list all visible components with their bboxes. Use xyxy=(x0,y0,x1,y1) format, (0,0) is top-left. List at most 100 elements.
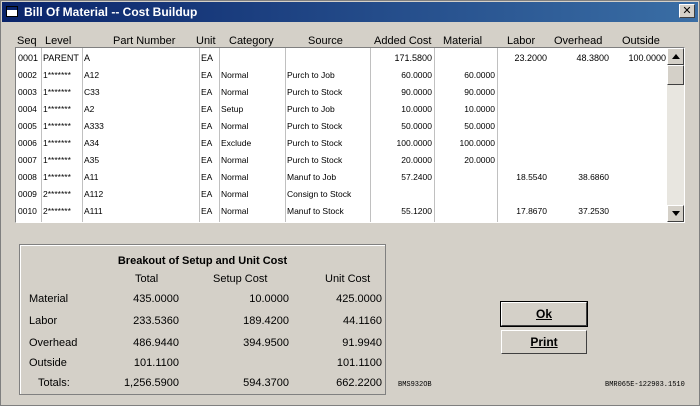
breakout-row-label: Labor xyxy=(29,315,58,327)
scroll-up-button[interactable] xyxy=(667,48,684,65)
cell-unit: EA xyxy=(201,121,213,131)
cell-material: 20.0000 xyxy=(464,155,495,165)
cell-category: Exclude xyxy=(221,138,252,148)
cell-source: Purch to Stock xyxy=(287,138,343,148)
cell-unit: EA xyxy=(201,172,213,182)
col-header-overhead: Overhead xyxy=(554,35,603,47)
cell-category: Normal xyxy=(221,121,249,131)
cell-level: 1******* xyxy=(43,70,71,80)
cell-source: Manuf to Stock xyxy=(287,206,344,216)
cell-labor: 18.5540 xyxy=(516,172,547,182)
cell-part: A111 xyxy=(84,206,103,216)
cell-added-cost: 50.0000 xyxy=(401,121,432,131)
program-code-left: BMS932OB xyxy=(398,381,432,389)
cell-unit: EA xyxy=(201,189,213,199)
cell-level: PARENT xyxy=(43,53,79,63)
cost-buildup-window: Bill Of Material -- Cost Buildup ✕ Seq L… xyxy=(0,0,700,406)
cell-labor: 23.2000 xyxy=(514,53,547,63)
cell-part: A34 xyxy=(84,138,100,148)
cell-seq: 0009 xyxy=(18,189,37,199)
breakout-row-label: Outside xyxy=(29,357,67,369)
cell-source: Purch to Stock xyxy=(287,87,343,97)
cell-source: Purch to Stock xyxy=(287,121,343,131)
table-row[interactable]: 0008 1******* A11 EA Normal Manuf to Job 57.24… xyxy=(16,168,668,185)
scroll-down-button[interactable] xyxy=(667,205,684,222)
cell-source: Manuf to Job xyxy=(287,172,337,182)
cell-part: C33 xyxy=(84,87,100,97)
cell-seq: 0004 xyxy=(18,104,37,114)
bom-grid[interactable]: 0001 PARENT A EA 171.5800 23.2000 48.3800 100.0… xyxy=(15,47,685,223)
cell-outside: 100.0000 xyxy=(628,53,666,63)
cell-unit: EA xyxy=(201,138,213,148)
cell-part: A12 xyxy=(84,70,100,80)
col-header-material: Material xyxy=(443,35,483,47)
cell-seq: 0002 xyxy=(18,70,37,80)
cell-unit: EA xyxy=(201,206,213,216)
cell-seq: 0007 xyxy=(18,155,37,165)
cell-unit: EA xyxy=(201,87,213,97)
print-button[interactable]: Print xyxy=(501,330,587,354)
table-row[interactable]: 0004 1******* A2 EA Setup Purch to Job 10.0000… xyxy=(16,100,668,117)
table-row[interactable]: 0002 1******* A12 EA Normal Purch to Job 60.00… xyxy=(16,66,668,83)
cell-overhead: 37.2530 xyxy=(578,206,609,216)
breakout-header-setup: Setup Cost xyxy=(213,273,268,285)
breakout-title: Breakout of Setup and Unit Cost xyxy=(117,255,288,267)
breakout-row-label: Material xyxy=(29,293,69,305)
cell-overhead: 38.6860 xyxy=(578,172,609,182)
table-row[interactable]: 0003 1******* C33 EA Normal Purch to Stock 90.… xyxy=(16,83,668,100)
grid-vertical-scrollbar[interactable] xyxy=(667,48,684,222)
cell-material: 90.0000 xyxy=(464,87,495,97)
breakout-total-value: 1,256.5900 xyxy=(123,377,179,389)
breakout-total-value: 101.1100 xyxy=(133,357,179,369)
cell-material: 100.0000 xyxy=(459,138,495,148)
col-header-seq: Seq xyxy=(17,35,37,47)
cell-level: 1******* xyxy=(43,155,71,165)
breakout-row-label: Overhead xyxy=(29,337,78,349)
cell-source: Purch to Job xyxy=(287,104,335,114)
cell-level: 1******* xyxy=(43,121,71,131)
breakout-setup-value: 189.4200 xyxy=(243,315,289,327)
cell-level: 1******* xyxy=(43,138,71,148)
cell-material: 10.0000 xyxy=(464,104,495,114)
cell-part: A11 xyxy=(84,172,99,182)
cell-category: Normal xyxy=(221,172,249,182)
title-bar[interactable]: Bill Of Material -- Cost Buildup ✕ xyxy=(2,2,698,22)
breakout-row-label: Totals: xyxy=(38,377,70,389)
breakout-unit-value: 91.9940 xyxy=(342,337,382,349)
col-header-source: Source xyxy=(308,35,343,47)
cell-seq: 0006 xyxy=(18,138,37,148)
cell-unit: EA xyxy=(201,53,214,63)
cell-added-cost: 171.5800 xyxy=(394,53,432,63)
cell-unit: EA xyxy=(201,155,213,165)
table-row[interactable]: 0006 1******* A34 EA Exclude Purch to Stock 10… xyxy=(16,134,668,151)
window-title: Bill Of Material -- Cost Buildup xyxy=(24,5,198,19)
col-header-part-number: Part Number xyxy=(113,35,176,47)
cell-added-cost: 10.0000 xyxy=(401,104,432,114)
table-row[interactable]: 0005 1******* A333 EA Normal Purch to Stock 50… xyxy=(16,117,668,134)
col-header-category: Category xyxy=(229,35,274,47)
breakout-unit-value: 101.1100 xyxy=(336,357,382,369)
cell-unit: EA xyxy=(201,104,213,114)
cell-category: Normal xyxy=(221,87,249,97)
cell-category: Normal xyxy=(221,189,249,199)
cell-seq: 0008 xyxy=(18,172,37,182)
cell-part: A333 xyxy=(84,121,104,131)
breakout-setup-value: 10.0000 xyxy=(249,293,289,305)
table-row[interactable]: 0010 2******* A111 EA Normal Manuf to Stock 55… xyxy=(16,202,668,219)
breakout-header-unit: Unit Cost xyxy=(325,273,371,285)
cell-level: 2******* xyxy=(43,206,71,216)
ok-button[interactable]: Ok xyxy=(500,301,588,327)
scroll-thumb[interactable] xyxy=(667,65,684,85)
breakout-panel: Breakout of Setup and Unit Cost Total Se… xyxy=(19,244,386,395)
table-row[interactable]: 0007 1******* A35 EA Normal Purch to Stock 20.… xyxy=(16,151,668,168)
table-row[interactable]: 0009 2******* A112 EA Normal Consign to Stock xyxy=(16,185,668,202)
cell-category: Normal xyxy=(221,155,249,165)
window-icon xyxy=(6,6,18,17)
cell-category: Normal xyxy=(221,206,249,216)
cell-added-cost: 90.0000 xyxy=(401,87,432,97)
table-row[interactable]: 0001 PARENT A EA 171.5800 23.2000 48.3800 100.0… xyxy=(16,49,668,66)
close-button[interactable]: ✕ xyxy=(679,4,695,18)
cell-seq: 0003 xyxy=(18,87,37,97)
cell-part: A35 xyxy=(84,155,100,165)
cell-added-cost: 60.0000 xyxy=(401,70,432,80)
